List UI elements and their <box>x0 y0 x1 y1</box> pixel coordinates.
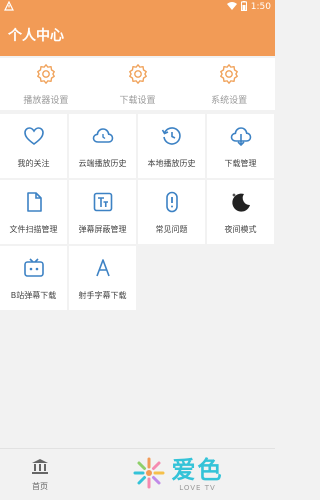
status-bar: 1:50 <box>0 0 275 14</box>
empty-tile <box>207 246 274 310</box>
player-settings-button[interactable]: 播放器设置 <box>0 58 92 110</box>
system-settings-button[interactable]: 系统设置 <box>183 58 275 110</box>
question-icon <box>160 190 184 218</box>
cloud-download-icon <box>229 124 253 152</box>
cloud-history-button[interactable]: 云端播放历史 <box>69 114 136 178</box>
letter-a-icon <box>91 256 115 284</box>
download-manager-label: 下载管理 <box>224 158 257 168</box>
empty-tile <box>138 246 205 310</box>
night-mode-button[interactable]: 夜间模式 <box>207 180 274 244</box>
faq-label: 常见问题 <box>155 224 188 234</box>
danmaku-block-button[interactable]: 弹幕屏蔽管理 <box>69 180 136 244</box>
bilibili-danmaku-download-label: B站弹幕下载 <box>10 290 57 300</box>
faq-button[interactable]: 常见问题 <box>138 180 205 244</box>
nav-home-label: 首页 <box>32 481 48 491</box>
heart-icon <box>22 124 46 152</box>
flower-logo-icon <box>132 456 166 494</box>
android-debug-icon <box>4 0 14 14</box>
settings-row: 播放器设置 下载设置 系统设置 <box>0 58 275 110</box>
bilibili-danmaku-download-button[interactable]: B站弹幕下载 <box>0 246 67 310</box>
player-settings-label: 播放器设置 <box>23 95 69 106</box>
local-history-label: 本地播放历史 <box>147 158 196 168</box>
moon-icon <box>229 190 253 218</box>
download-settings-button[interactable]: 下载设置 <box>92 58 184 110</box>
gear-icon <box>127 63 149 89</box>
system-settings-label: 系统设置 <box>211 95 248 106</box>
bank-building-icon <box>31 458 49 478</box>
battery-icon <box>240 0 247 14</box>
download-manager-button[interactable]: 下载管理 <box>207 114 274 178</box>
tv-icon <box>22 256 46 284</box>
cloud-history-icon <box>91 124 115 152</box>
file-scan-button[interactable]: 文件扫描管理 <box>0 180 67 244</box>
download-settings-label: 下载设置 <box>119 95 156 106</box>
shooter-subtitle-download-label: 射手字幕下载 <box>78 290 127 300</box>
logo-subtitle: LOVE TV <box>179 483 216 492</box>
my-follows-button[interactable]: 我的关注 <box>0 114 67 178</box>
gear-icon <box>218 63 240 89</box>
app-logo: 爱色 LOVE TV <box>80 456 275 494</box>
text-block-icon <box>91 190 115 218</box>
app-header: 个人中心 <box>0 14 275 56</box>
clock-time: 1:50 <box>250 2 271 12</box>
file-icon <box>22 190 46 218</box>
page-title: 个人中心 <box>8 28 64 44</box>
my-follows-label: 我的关注 <box>17 158 50 168</box>
logo-wordmark: 爱色 <box>171 455 224 484</box>
danmaku-block-label: 弹幕屏蔽管理 <box>78 224 127 234</box>
file-scan-label: 文件扫描管理 <box>9 224 58 234</box>
feature-grid: 我的关注 云端播放历史 本地播放历史 下载管理 文件扫描管理 弹幕屏蔽管理 常见… <box>0 114 275 312</box>
night-mode-label: 夜间模式 <box>224 224 257 234</box>
bottom-nav: 首页 爱色 LOVE TV <box>0 448 275 500</box>
wifi-icon <box>226 1 237 14</box>
local-history-button[interactable]: 本地播放历史 <box>138 114 205 178</box>
gear-icon <box>35 63 57 89</box>
shooter-subtitle-download-button[interactable]: 射手字幕下载 <box>69 246 136 310</box>
clock-history-icon <box>160 124 184 152</box>
cloud-history-label: 云端播放历史 <box>78 158 127 168</box>
nav-home-tab[interactable]: 首页 <box>0 458 80 492</box>
